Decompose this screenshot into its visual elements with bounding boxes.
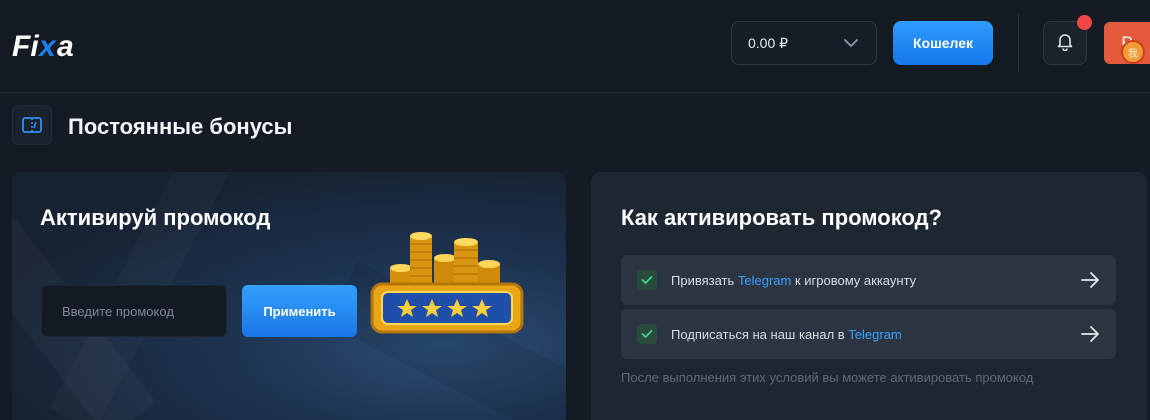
ticket-icon (12, 105, 52, 145)
step-text-prefix: Подписаться на наш канал в (671, 326, 849, 342)
check-icon (637, 324, 657, 344)
step-text-suffix: к игровому аккаунту (791, 272, 917, 288)
telegram-link[interactable]: Telegram (848, 327, 901, 342)
step-text: Подписаться на наш канал в Telegram (671, 327, 902, 342)
top-header: Fi x a 0.00 ₽ Кошелек Р 我 (0, 0, 1150, 93)
balance-value: 0.00 ₽ (748, 34, 789, 51)
section-title: Постоянные бонусы (68, 114, 293, 139)
step-text-prefix: Привязать (671, 272, 738, 288)
promo-code-input[interactable] (41, 285, 227, 337)
coins-chest-illustration (362, 230, 532, 340)
wallet-button[interactable]: Кошелек (893, 21, 993, 65)
arrow-right-icon (1080, 325, 1100, 343)
telegram-link[interactable]: Telegram (738, 273, 791, 288)
apply-promo-button[interactable]: Применить (242, 285, 357, 337)
howto-card: Как активировать промокод? Привязать Tel… (591, 172, 1147, 420)
step-text: Привязать Telegram к игровому аккаунту (671, 273, 916, 288)
arrow-right-icon (1080, 271, 1100, 289)
balance-dropdown[interactable]: 0.00 ₽ (731, 21, 877, 65)
svg-text:a: a (57, 30, 74, 63)
step-subscribe-channel[interactable]: Подписаться на наш канал в Telegram (621, 309, 1116, 359)
promo-card: Активируй промокод Применить (12, 172, 566, 420)
header-divider (1018, 14, 1019, 72)
notification-dot (1077, 15, 1092, 30)
bell-icon (1055, 31, 1075, 56)
avatar-badge: 我 (1121, 40, 1145, 64)
howto-note: После выполнения этих условий вы можете … (621, 370, 1034, 385)
howto-title: Как активировать промокод? (621, 205, 942, 230)
check-icon (637, 270, 657, 290)
step-link-telegram[interactable]: Привязать Telegram к игровому аккаунту (621, 255, 1116, 305)
svg-text:Fi: Fi (12, 30, 39, 63)
promo-title: Активируй промокод (40, 205, 271, 230)
svg-text:x: x (37, 30, 57, 63)
fixa-logo[interactable]: Fi x a (12, 25, 92, 65)
chevron-down-icon (844, 35, 858, 51)
